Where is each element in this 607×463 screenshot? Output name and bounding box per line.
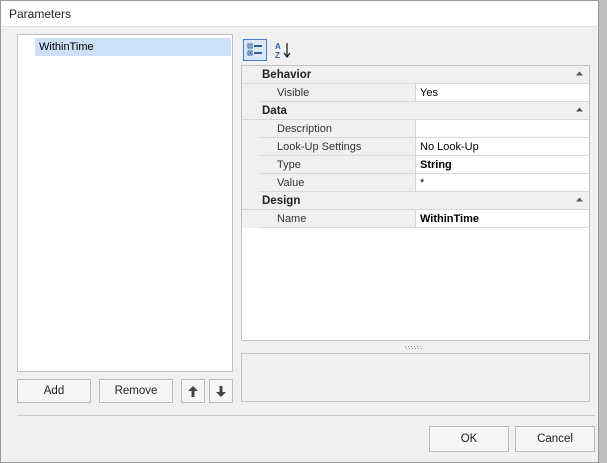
property-grid[interactable]: Behavior Visible Yes Data Description Lo…	[241, 65, 590, 341]
category-data[interactable]: Data	[242, 102, 589, 120]
parameters-list[interactable]: WithinTime	[17, 34, 233, 372]
categorized-view-button[interactable]	[243, 39, 267, 61]
property-name: Value	[259, 174, 416, 192]
arrow-down-icon	[216, 385, 226, 397]
property-value[interactable]: No Look-Up	[416, 138, 589, 156]
arrow-up-icon	[188, 385, 198, 397]
parameters-dialog: Parameters WithinTime Add Remove A Z Beh…	[0, 0, 599, 463]
collapse-icon[interactable]	[576, 107, 583, 112]
category-design[interactable]: Design	[242, 192, 589, 210]
property-row-description[interactable]: Description	[242, 120, 589, 138]
title-bar: Parameters	[1, 1, 598, 27]
property-name: Type	[259, 156, 416, 174]
category-label: Behavior	[262, 69, 312, 81]
move-up-button[interactable]	[181, 379, 205, 403]
property-value[interactable]: WithinTime	[416, 210, 589, 228]
collapse-icon[interactable]	[576, 71, 583, 76]
move-down-button[interactable]	[209, 379, 233, 403]
property-value[interactable]: String	[416, 156, 589, 174]
property-value[interactable]: *	[416, 174, 589, 192]
list-item[interactable]: WithinTime	[35, 38, 231, 56]
cancel-button[interactable]: Cancel	[515, 426, 595, 452]
background-app-edge	[599, 0, 607, 463]
property-row-lookup-settings[interactable]: Look-Up Settings No Look-Up	[242, 138, 589, 156]
property-row-visible[interactable]: Visible Yes	[242, 84, 589, 102]
description-panel	[241, 353, 590, 402]
collapse-icon[interactable]	[576, 197, 583, 202]
property-value[interactable]	[416, 120, 589, 138]
ok-button[interactable]: OK	[429, 426, 509, 452]
category-behavior[interactable]: Behavior	[242, 66, 589, 84]
splitter-grip-icon[interactable]	[404, 345, 424, 350]
dialog-title: Parameters	[9, 7, 72, 21]
svg-text:Z: Z	[275, 51, 280, 59]
property-name: Visible	[259, 84, 416, 102]
footer-divider	[17, 415, 595, 416]
property-name: Look-Up Settings	[259, 138, 416, 156]
property-name: Name	[259, 210, 416, 228]
categorized-view-icon	[247, 43, 262, 56]
category-label: Data	[262, 105, 287, 117]
property-row-value[interactable]: Value *	[242, 174, 589, 192]
add-button[interactable]: Add	[17, 379, 91, 403]
alphabetical-sort-button[interactable]: A Z	[271, 39, 295, 61]
property-name: Description	[259, 120, 416, 138]
category-label: Design	[262, 195, 301, 207]
svg-text:A: A	[275, 42, 281, 51]
property-value[interactable]: Yes	[416, 84, 589, 102]
property-row-name[interactable]: Name WithinTime	[242, 210, 589, 228]
remove-button[interactable]: Remove	[99, 379, 173, 403]
sort-alphabetical-icon: A Z	[275, 42, 291, 59]
property-row-type[interactable]: Type String	[242, 156, 589, 174]
